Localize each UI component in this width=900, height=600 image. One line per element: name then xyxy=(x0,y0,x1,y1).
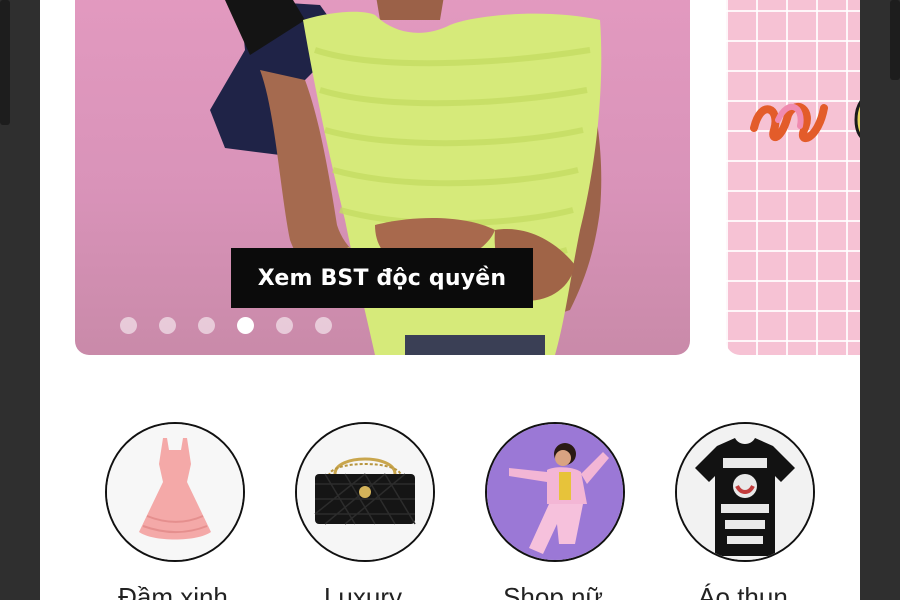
woman-in-pink-outfit-icon xyxy=(487,424,623,560)
banner-slide-current[interactable]: Xem BST độc quyền xyxy=(75,0,690,355)
category-label-dresses: Đầm xinh xyxy=(118,582,228,600)
app-screen: Xem BST độc quyền Đầm xinh Luxury Shop n… xyxy=(40,0,860,600)
category-label-tshirts: Áo thun xyxy=(698,582,788,600)
category-tshirts[interactable]: Áo thun xyxy=(665,422,825,600)
carousel-dot-6[interactable] xyxy=(315,317,332,334)
view-exclusive-collection-button[interactable]: Xem BST độc quyền xyxy=(231,248,533,308)
pink-dress-icon xyxy=(107,424,243,560)
carousel-pagination xyxy=(120,317,332,334)
black-quilted-handbag-icon xyxy=(297,424,433,560)
category-image-women-shop xyxy=(485,422,625,562)
carousel-dot-1[interactable] xyxy=(120,317,137,334)
category-women-shop[interactable]: Shop nữ xyxy=(475,422,635,600)
category-dresses[interactable]: Đầm xinh xyxy=(95,422,255,600)
category-image-luxury xyxy=(295,422,435,562)
carousel-dot-2[interactable] xyxy=(159,317,176,334)
category-label-luxury: Luxury xyxy=(323,582,403,600)
carousel-dot-5[interactable] xyxy=(276,317,293,334)
category-image-tshirts xyxy=(675,422,815,562)
phone-side-button-right xyxy=(890,0,900,80)
black-graphic-tshirt-icon xyxy=(677,424,813,560)
category-label-women-shop: Shop nữ xyxy=(503,582,603,600)
banner-slide-next[interactable] xyxy=(726,0,860,355)
ribbon-swirl-icon xyxy=(750,100,860,143)
category-luxury[interactable]: Luxury xyxy=(285,422,445,600)
carousel-dot-4-active[interactable] xyxy=(237,317,254,334)
banner-carousel[interactable]: Xem BST độc quyền xyxy=(40,0,860,356)
phone-side-button-left xyxy=(0,0,10,125)
carousel-dot-3[interactable] xyxy=(198,317,215,334)
category-list: Đầm xinh Luxury Shop nữ Áo thun xyxy=(40,422,860,600)
category-image-dresses xyxy=(105,422,245,562)
